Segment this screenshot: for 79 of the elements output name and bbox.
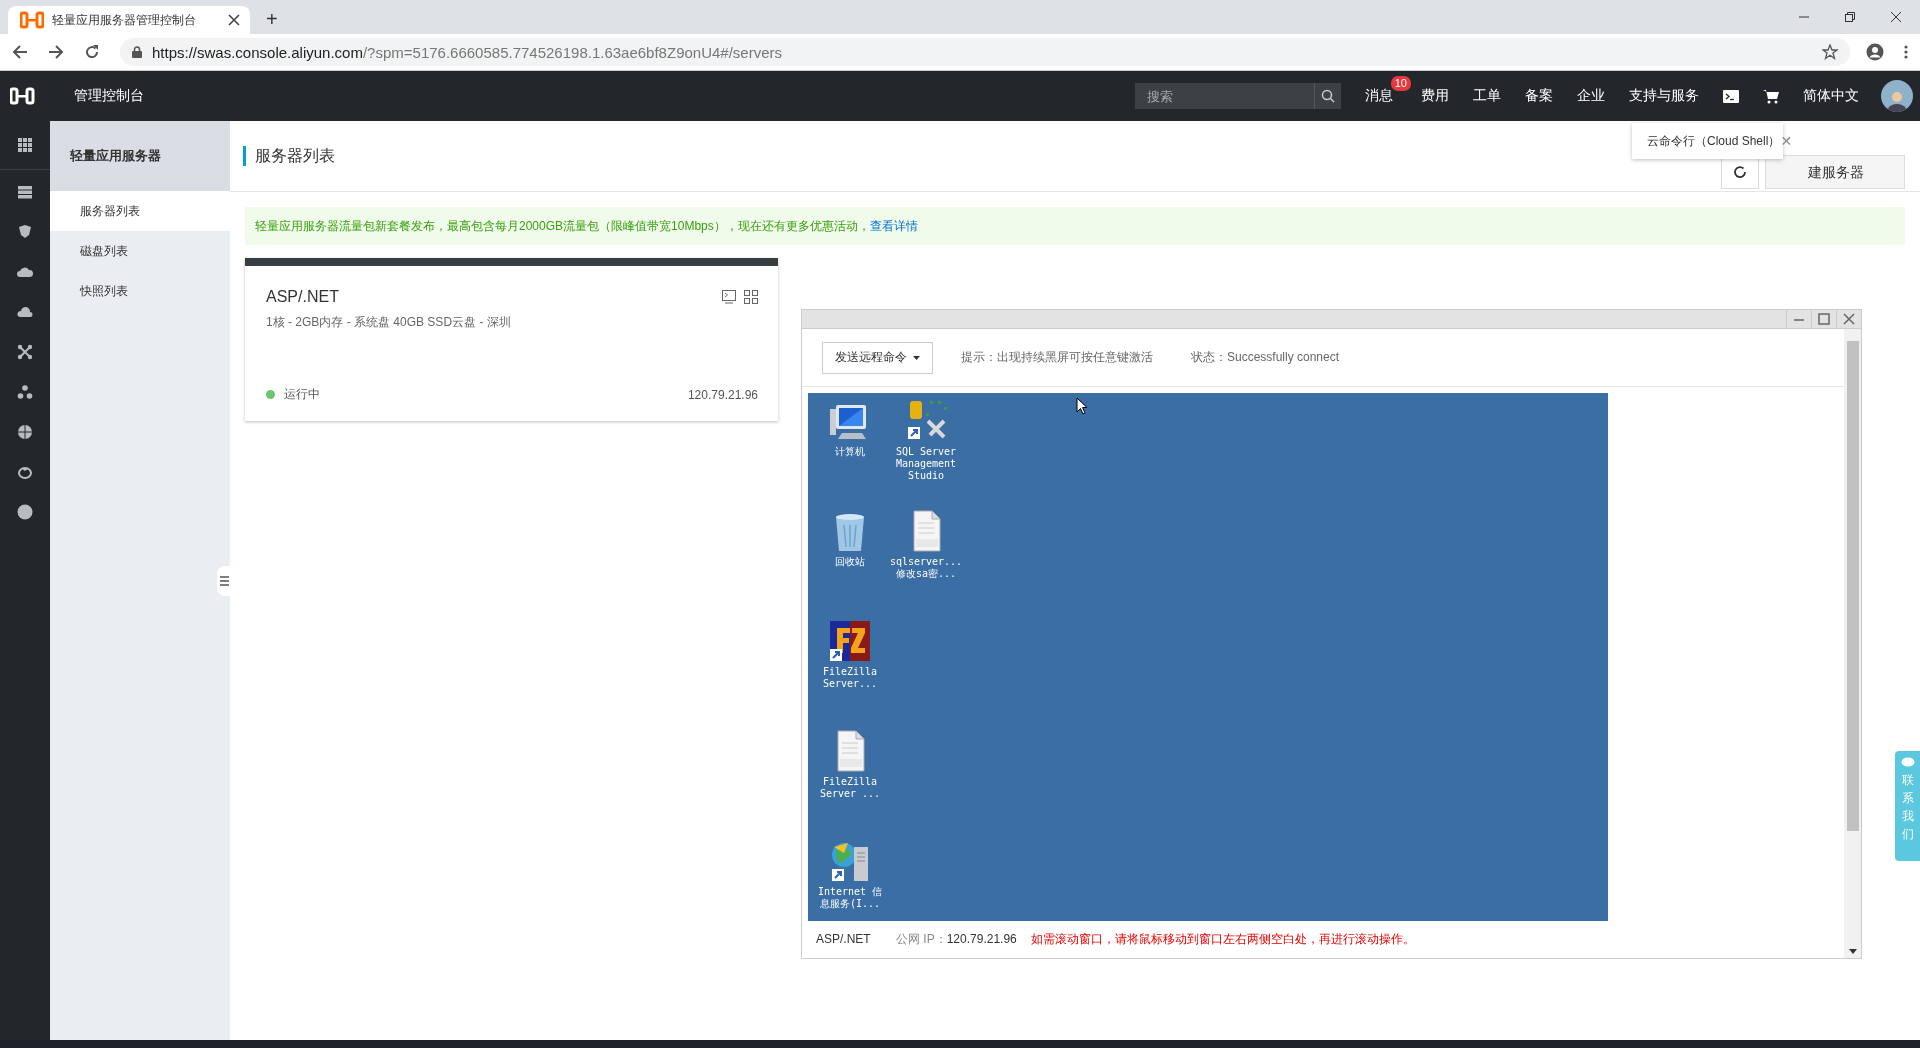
search-field[interactable]: 搜索 xyxy=(1134,83,1314,109)
cursor-icon xyxy=(1076,397,1088,415)
desktop-icon-label[interactable]: FileZilla Server... xyxy=(822,666,878,690)
globe-icon[interactable] xyxy=(17,424,33,440)
notice-text: 轻量应用服务器流量包新套餐发布，最高包含每月2000GB流量包（限峰值带宽10Mbps），现在还有更多优惠活动， xyxy=(255,217,870,235)
refresh-icon xyxy=(1733,165,1747,179)
nav-link[interactable]: 工单 xyxy=(1473,87,1501,105)
cart-icon[interactable] xyxy=(1763,88,1779,104)
sidebar-item[interactable]: 磁盘列表 xyxy=(50,231,230,271)
desktop-icon-label[interactable]: 回收站 xyxy=(835,556,865,568)
contact-label: 联系我们 xyxy=(1901,772,1914,843)
count-badge: 10 xyxy=(1390,76,1411,91)
logo-icon[interactable] xyxy=(10,86,38,106)
cloud-icon[interactable] xyxy=(17,304,33,320)
server-status: 运行中 xyxy=(284,386,320,403)
forward-icon[interactable] xyxy=(48,44,64,60)
create-button[interactable]: 建服务器 xyxy=(1765,155,1905,189)
close-icon[interactable] xyxy=(228,14,240,26)
back-icon[interactable] xyxy=(12,44,28,60)
nav-link[interactable]: 企业 xyxy=(1577,87,1605,105)
server-ip: 120.79.21.96 xyxy=(687,387,758,402)
sidebar-title: 轻量应用服务器 xyxy=(50,121,230,191)
logo-icon xyxy=(20,10,44,30)
desktop-icon-label[interactable]: sqlserver... 修改sa密... xyxy=(889,556,963,580)
server-card[interactable]: ASP/.NET 1核 - 2GB内存 - 系统盘 40GB SSD云盘 - 深圳 运行中 120.79.21.96 xyxy=(245,258,778,421)
nav-link[interactable]: 费用 xyxy=(1421,87,1449,105)
nav-link[interactable]: 消息 xyxy=(1364,87,1393,105)
server-name: ASP/.NET xyxy=(266,288,339,306)
command-label: 发送远程命令 xyxy=(835,349,907,366)
server-icon[interactable] xyxy=(17,184,33,200)
warning-text: 如需滚动窗口，请将鼠标移动到窗口左右两侧空白处，再进行滚动操作。 xyxy=(1030,930,1415,948)
chat-icon xyxy=(1900,757,1915,767)
grid-icon[interactable] xyxy=(744,290,758,304)
close-icon[interactable] xyxy=(1890,11,1902,23)
console-title[interactable]: 管理控制台 xyxy=(74,87,144,105)
tooltip-text: 云命令行（Cloud Shell） xyxy=(1647,132,1781,150)
network-icon[interactable] xyxy=(17,384,33,400)
server-spec: 1核 - 2GB内存 - 系统盘 40GB SSD云盘 - 深圳 xyxy=(266,314,512,331)
instance-name: ASP/.NET xyxy=(816,932,872,946)
new-tab-button[interactable]: + xyxy=(266,8,278,30)
terminal-icon[interactable] xyxy=(1723,89,1739,103)
desktop-icon-label[interactable]: SQL Server Management Studio xyxy=(895,446,957,482)
apps-icon[interactable] xyxy=(17,137,33,153)
command-dropdown[interactable]: 发送远程命令 xyxy=(822,341,933,374)
reload-icon[interactable] xyxy=(84,44,100,60)
public-ip: 公网 IP：120.79.21.96 xyxy=(896,930,1017,948)
account-icon[interactable] xyxy=(1866,43,1884,61)
restore-icon[interactable] xyxy=(1844,11,1856,23)
collapse-handle[interactable] xyxy=(217,566,231,596)
desktop-icon-label[interactable]: Internet 信 息服务(I... xyxy=(817,886,883,910)
desktop-icon-label[interactable]: 计算机 xyxy=(835,446,865,458)
circle-icon[interactable] xyxy=(17,504,33,520)
address-field[interactable]: https://swas.console.aliyun.com/?spm=5176.6660585.774526198.1.63ae6bf8Z9onU4#/servers xyxy=(120,38,1850,66)
more-icon[interactable] xyxy=(1904,44,1908,60)
tab-title: 轻量应用服务器管理控制台 xyxy=(52,11,197,29)
scroll-down-icon[interactable] xyxy=(1848,949,1857,954)
nav-link[interactable]: 备案 xyxy=(1525,87,1553,105)
lock-icon xyxy=(132,46,142,58)
language-link[interactable]: 简体中文 xyxy=(1803,87,1859,105)
nodes-icon[interactable] xyxy=(17,344,33,360)
status-text: 状态：Successfully connect xyxy=(1191,349,1340,366)
details-link[interactable]: 查看详情 xyxy=(869,217,918,235)
sidebar-item[interactable]: 服务器列表 xyxy=(50,191,230,231)
search-icon[interactable] xyxy=(1313,83,1341,109)
caret-icon xyxy=(913,355,920,360)
close-button[interactable]: ✕ xyxy=(1780,133,1793,149)
url-text: https://swas.console.aliyun.com/?spm=5176.6660585.774526198.1.63ae6bf8Z9onU4#/servers xyxy=(152,43,783,61)
shield-icon[interactable] xyxy=(17,224,33,240)
page-title: 服务器列表 xyxy=(243,146,335,166)
scrollbar-thumb[interactable] xyxy=(1846,341,1859,831)
star-icon[interactable] xyxy=(1822,44,1838,60)
avatar[interactable] xyxy=(1881,80,1913,112)
desktop-icon-label[interactable]: FileZilla Server ... xyxy=(819,776,881,800)
nav-link[interactable]: 支持与服务 xyxy=(1629,87,1699,105)
sidebar-item[interactable]: 快照列表 xyxy=(50,271,230,311)
menu-icon xyxy=(219,576,229,586)
app-icon[interactable] xyxy=(828,619,872,663)
hint-text: 提示：出现持续黑屏可按任意键激活 xyxy=(961,349,1153,366)
browser-tab[interactable]: 轻量应用服务器管理控制台 xyxy=(8,6,250,34)
